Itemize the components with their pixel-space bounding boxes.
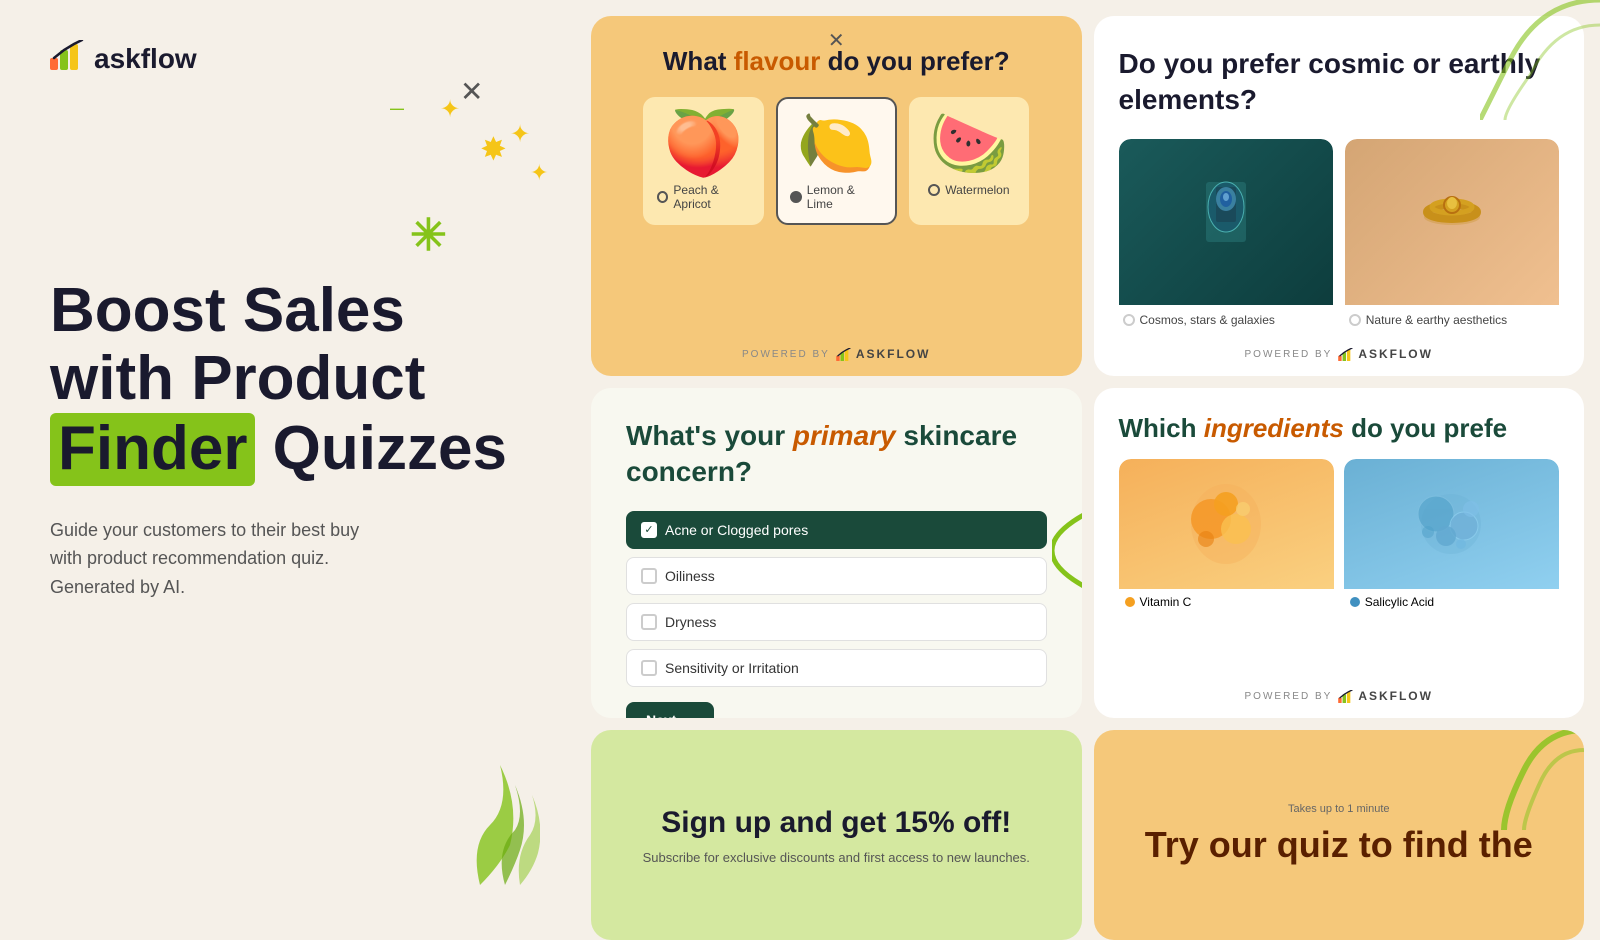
card-signup: Sign up and get 15% off! Subscribe for e… xyxy=(591,730,1082,940)
right-grid: ✕ What flavour do you prefer? 🍑 Peach & … xyxy=(575,0,1600,900)
deco-tryquiz-arc xyxy=(1484,730,1584,835)
deco-dash: — xyxy=(390,100,404,116)
lemon-label-row: Lemon & Lime xyxy=(790,183,883,211)
skincare-option-acne[interactable]: ✓ Acne or Clogged pores xyxy=(626,511,1047,549)
deco-starburst: ✸ xyxy=(480,130,507,168)
flavour-option-lemon[interactable]: 🍋 Lemon & Lime xyxy=(776,97,897,225)
flavour-askflow-logo: askflow xyxy=(836,347,931,361)
ingredients-powered-by: POWERED BY askflow xyxy=(1119,689,1560,703)
left-section: askflow ✕ ✦ — ✦ ✸ ✳ ✦ Boost Sales with P… xyxy=(0,0,580,900)
cosmic-light-img xyxy=(1345,139,1559,305)
signup-subtitle: Subscribe for exclusive discounts and fi… xyxy=(643,850,1030,865)
nature-label-row: Nature & earthy aesthetics xyxy=(1345,305,1559,335)
card-tryquiz: Takes up to 1 minute Try our quiz to fin… xyxy=(1094,730,1585,940)
salicylic-label-row: Salicylic Acid xyxy=(1344,589,1559,615)
deco-green-arc xyxy=(1052,501,1082,606)
flavour-option-peach[interactable]: 🍑 Peach & Apricot xyxy=(643,97,764,225)
watermelon-radio xyxy=(928,184,940,196)
flavour-powered-by: POWERED BY askflow xyxy=(742,347,930,361)
cosmic-images: Cosmos, stars & galaxies xyxy=(1119,139,1560,335)
deco-sparkle-yellow: ✦ xyxy=(510,120,530,149)
cosmic-option-nature[interactable]: Nature & earthy aesthetics xyxy=(1345,139,1559,335)
card-flavour: ✕ What flavour do you prefer? 🍑 Peach & … xyxy=(591,16,1082,376)
peach-label-row: Peach & Apricot xyxy=(657,183,750,211)
cosmos-label-row: Cosmos, stars & galaxies xyxy=(1119,305,1333,335)
peach-emoji: 🍑 xyxy=(664,111,744,175)
acne-checkbox: ✓ xyxy=(641,522,657,538)
peach-radio xyxy=(657,191,668,203)
ingredients-question: Which ingredients do you prefe xyxy=(1119,413,1560,444)
lemon-radio xyxy=(790,191,802,203)
cosmic-dark-img xyxy=(1119,139,1333,305)
skincare-question: What's your primary skincare concern? xyxy=(626,418,1047,491)
skincare-options: ✓ Acne or Clogged pores Oiliness Dryness… xyxy=(626,511,1047,687)
hero-content: Boost Sales with Product Finder Quizzes … xyxy=(50,277,530,602)
cosmic-powered-by: POWERED BY askflow xyxy=(1119,347,1560,361)
cosmic-question: Do you prefer cosmic or earthly elements… xyxy=(1119,46,1560,119)
tryquiz-title: Try our quiz to find the xyxy=(1145,823,1533,866)
logo: askflow xyxy=(50,40,530,77)
ingredient-option-vitaminc[interactable]: Vitamin C xyxy=(1119,459,1334,677)
flavour-options: 🍑 Peach & Apricot 🍋 Lemon & Lime 🍉 Water… xyxy=(643,97,1029,225)
deco-leaves-bottom xyxy=(460,765,540,890)
deco-sparkle2: ✦ xyxy=(530,160,548,186)
signup-title: Sign up and get 15% off! xyxy=(661,806,1011,840)
cosmos-radio xyxy=(1123,314,1135,326)
finder-highlight: Finder xyxy=(50,413,255,485)
deco-asterisk: ✳ xyxy=(410,210,447,261)
logo-icon xyxy=(50,40,86,77)
cosmic-option-cosmos[interactable]: Cosmos, stars & galaxies xyxy=(1119,139,1333,335)
deco-star-sm: ✦ xyxy=(440,95,460,124)
deco-card-x: ✕ xyxy=(828,28,845,53)
next-button[interactable]: Next → xyxy=(626,702,714,718)
flavour-option-watermelon[interactable]: 🍉 Watermelon xyxy=(909,97,1030,225)
sensitivity-checkbox xyxy=(641,660,657,676)
tryquiz-takes: Takes up to 1 minute xyxy=(1288,803,1390,815)
salicylic-radio xyxy=(1350,597,1360,607)
lemon-emoji: 🍋 xyxy=(796,111,876,175)
watermelon-emoji: 🍉 xyxy=(929,111,1009,175)
ingredient-option-salicylic[interactable]: Salicylic Acid xyxy=(1344,459,1559,677)
skincare-option-sensitivity[interactable]: Sensitivity or Irritation xyxy=(626,649,1047,687)
salicylic-img xyxy=(1344,459,1559,589)
card-ingredients: Which ingredients do you prefe xyxy=(1094,388,1585,718)
cosmic-askflow-logo: askflow xyxy=(1338,347,1433,361)
dryness-checkbox xyxy=(641,614,657,630)
hero-title: Boost Sales with Product Finder Quizzes xyxy=(50,277,530,486)
vitaminc-radio xyxy=(1125,597,1135,607)
watermelon-label-row: Watermelon xyxy=(928,183,1009,197)
oiliness-checkbox xyxy=(641,568,657,584)
ingredient-images: Vitamin C xyxy=(1119,459,1560,677)
logo-text: askflow xyxy=(94,43,197,75)
skincare-option-oiliness[interactable]: Oiliness xyxy=(626,557,1047,595)
card-skincare: What's your primary skincare concern? ✓ … xyxy=(591,388,1082,718)
skincare-option-dryness[interactable]: Dryness xyxy=(626,603,1047,641)
hero-subtitle: Guide your customers to their best buy w… xyxy=(50,516,490,602)
vitaminc-img xyxy=(1119,459,1334,589)
card-cosmic: Do you prefer cosmic or earthly elements… xyxy=(1094,16,1585,376)
nature-radio xyxy=(1349,314,1361,326)
ingredients-askflow-logo: askflow xyxy=(1338,689,1433,703)
vitaminc-label-row: Vitamin C xyxy=(1119,589,1334,615)
deco-x: ✕ xyxy=(460,75,483,108)
